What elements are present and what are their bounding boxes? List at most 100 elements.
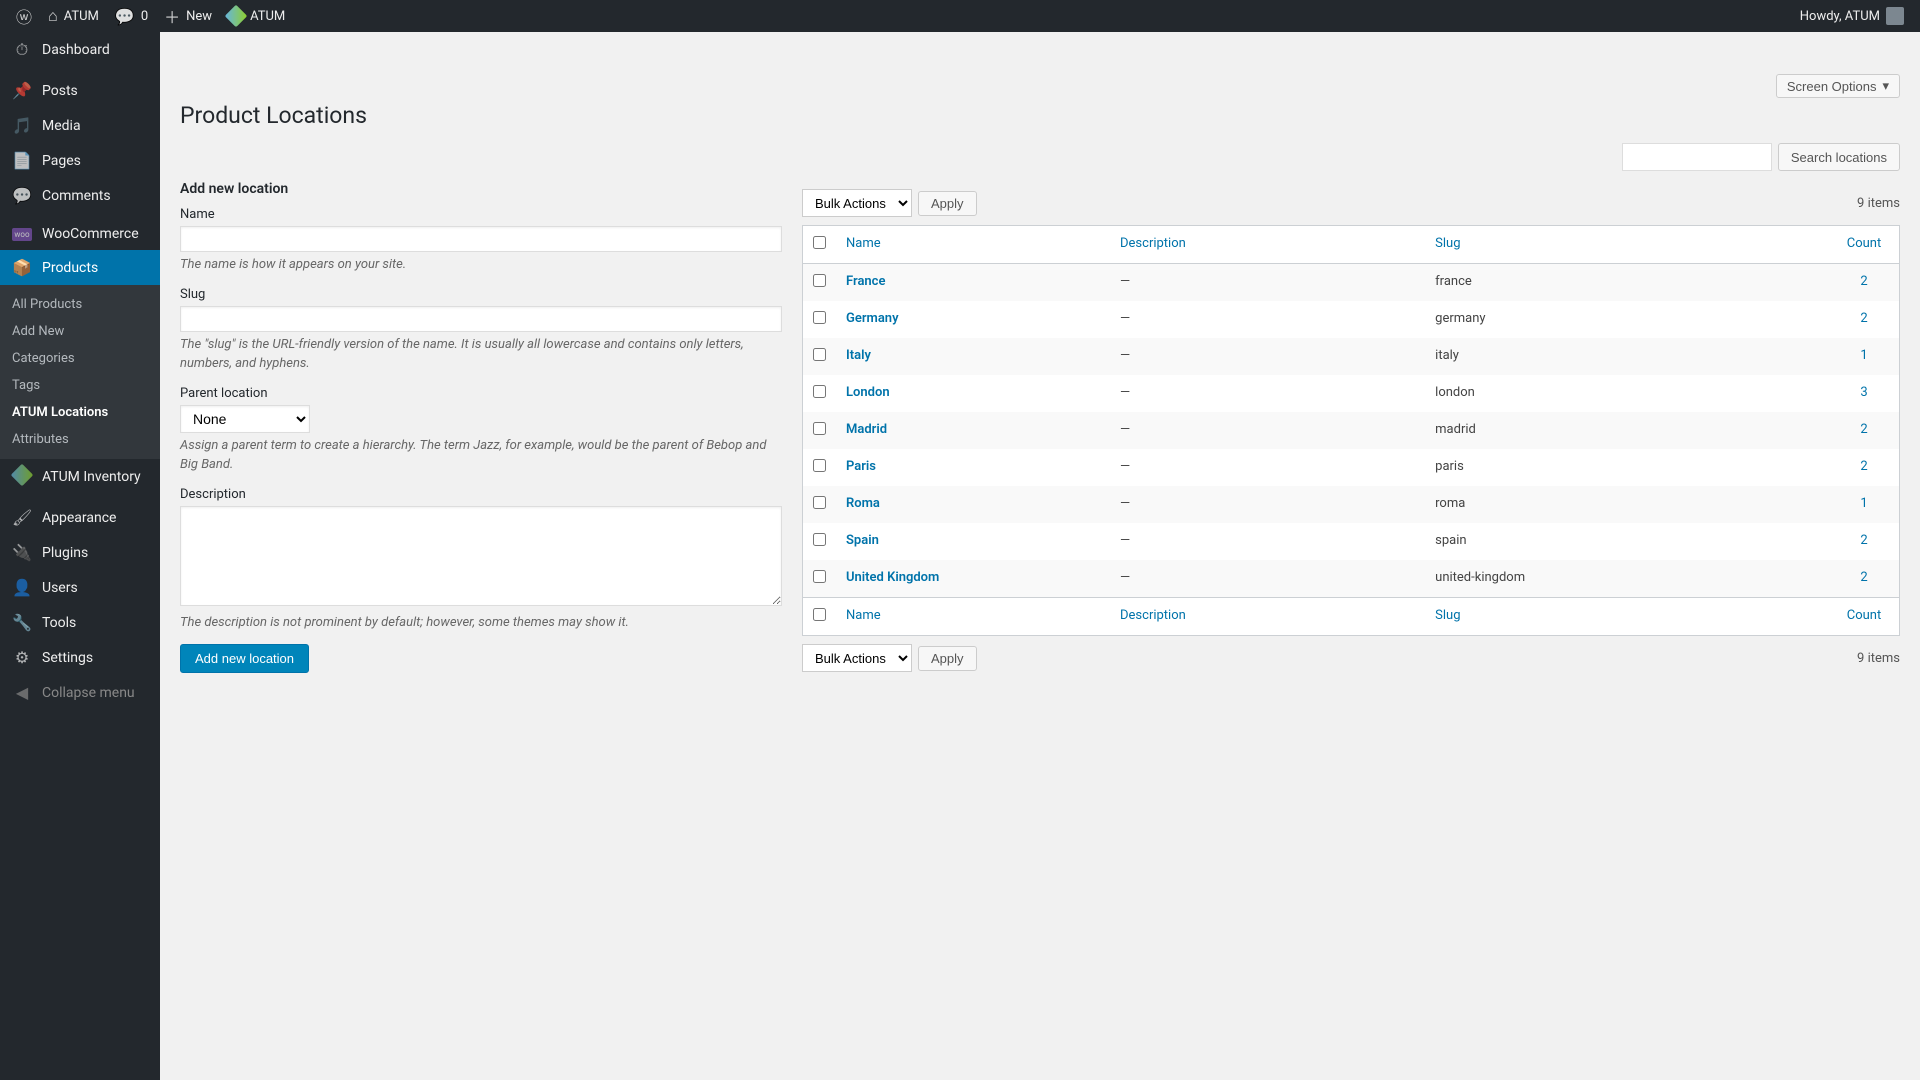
location-count-link[interactable]: 1 — [1860, 348, 1867, 363]
location-name-link[interactable]: United Kingdom — [846, 570, 939, 585]
location-name-link[interactable]: Spain — [846, 533, 879, 548]
location-count-link[interactable]: 2 — [1860, 422, 1867, 437]
sidebar-item-label: Settings — [42, 650, 93, 666]
submenu-item-add-new[interactable]: Add New — [0, 318, 160, 345]
col-description-sort-footer[interactable]: Description — [1120, 608, 1186, 623]
collapse-icon: ◀ — [12, 683, 32, 702]
row-checkbox[interactable] — [813, 274, 826, 287]
location-name-link[interactable]: Roma — [846, 496, 880, 511]
sidebar-item-appearance[interactable]: 🖌Appearance — [0, 500, 160, 535]
apply-button-bottom[interactable]: Apply — [918, 646, 977, 671]
sidebar-item-pages[interactable]: 📄Pages — [0, 143, 160, 178]
sidebar-item-plugins[interactable]: 🔌Plugins — [0, 535, 160, 570]
locations-list: Bulk Actions Apply 9 items Name Descript… — [802, 181, 1900, 680]
location-count-link[interactable]: 2 — [1860, 459, 1867, 474]
col-count-sort-footer[interactable]: Count — [1847, 608, 1881, 623]
sidebar-item-comments[interactable]: 💬Comments — [0, 178, 160, 213]
sidebar-item-label: Plugins — [42, 545, 88, 561]
row-checkbox[interactable] — [813, 496, 826, 509]
home-icon: ⌂ — [48, 6, 58, 26]
screen-options-button[interactable]: Screen Options▾ — [1776, 74, 1900, 98]
location-count-link[interactable]: 1 — [1860, 496, 1867, 511]
submenu-item-atum-locations[interactable]: ATUM Locations — [0, 399, 160, 426]
location-count-link[interactable]: 2 — [1860, 533, 1867, 548]
location-slug: france — [1425, 264, 1829, 301]
sidebar-item-products[interactable]: 📦Products — [0, 250, 160, 285]
row-checkbox[interactable] — [813, 311, 826, 324]
row-checkbox[interactable] — [813, 459, 826, 472]
plus-icon: ＋ — [164, 4, 180, 28]
slug-help: The "slug" is the URL-friendly version o… — [180, 335, 782, 374]
location-slug: roma — [1425, 486, 1829, 523]
submenu-item-attributes[interactable]: Attributes — [0, 426, 160, 453]
search-button[interactable]: Search locations — [1778, 143, 1900, 171]
slug-label: Slug — [180, 287, 782, 302]
bulk-actions-select-bottom[interactable]: Bulk Actions — [802, 644, 912, 672]
sidebar-item-atum-inventory[interactable]: ATUM Inventory — [0, 459, 160, 495]
location-description: — — [1110, 412, 1425, 449]
add-location-form: Add new location Name The name is how it… — [180, 181, 782, 680]
add-location-button[interactable]: Add new location — [180, 644, 309, 673]
parent-select[interactable]: None — [180, 405, 310, 433]
user-account-link[interactable]: Howdy, ATUM — [1792, 0, 1912, 32]
location-description: — — [1110, 301, 1425, 338]
sidebar-item-tools[interactable]: 🔧Tools — [0, 605, 160, 640]
row-checkbox[interactable] — [813, 570, 826, 583]
location-count-link[interactable]: 3 — [1860, 385, 1867, 400]
submenu-item-categories[interactable]: Categories — [0, 345, 160, 372]
location-description: — — [1110, 449, 1425, 486]
submenu-item-tags[interactable]: Tags — [0, 372, 160, 399]
location-name-link[interactable]: London — [846, 385, 890, 400]
location-count-link[interactable]: 2 — [1860, 570, 1867, 585]
menu-icon: 🎵 — [12, 116, 32, 135]
sidebar-item-woocommerce[interactable]: wooWooCommerce — [0, 218, 160, 250]
col-name-sort[interactable]: Name — [846, 236, 881, 251]
location-name-link[interactable]: Germany — [846, 311, 899, 326]
col-slug-sort-footer[interactable]: Slug — [1435, 608, 1460, 623]
table-row: Germany—germany2 — [803, 301, 1899, 338]
sidebar-item-dashboard[interactable]: ⏱Dashboard — [0, 32, 160, 68]
name-input[interactable] — [180, 226, 782, 252]
sidebar-item-users[interactable]: 👤Users — [0, 570, 160, 605]
description-textarea[interactable] — [180, 506, 782, 606]
locations-table: Name Description Slug Count France—franc… — [802, 225, 1900, 636]
row-checkbox[interactable] — [813, 385, 826, 398]
col-slug-sort[interactable]: Slug — [1435, 236, 1460, 251]
wordpress-icon: ⓦ — [16, 4, 32, 28]
col-count-sort[interactable]: Count — [1847, 236, 1881, 251]
slug-input[interactable] — [180, 306, 782, 332]
location-count-link[interactable]: 2 — [1860, 274, 1867, 289]
sidebar-item-settings[interactable]: ⚙Settings — [0, 640, 160, 675]
sidebar-item-media[interactable]: 🎵Media — [0, 108, 160, 143]
menu-icon: 📌 — [12, 81, 32, 100]
apply-button-top[interactable]: Apply — [918, 191, 977, 216]
menu-icon: ⏱ — [12, 40, 32, 60]
location-name-link[interactable]: Paris — [846, 459, 876, 474]
atum-menu-link[interactable]: ATUM — [220, 0, 293, 32]
location-name-link[interactable]: Madrid — [846, 422, 887, 437]
submenu-item-all-products[interactable]: All Products — [0, 291, 160, 318]
location-name-link[interactable]: Italy — [846, 348, 871, 363]
new-content-link[interactable]: ＋New — [156, 0, 220, 32]
row-checkbox[interactable] — [813, 533, 826, 546]
comments-link[interactable]: 💬0 — [107, 0, 156, 32]
wordpress-logo[interactable]: ⓦ — [8, 0, 40, 32]
location-count-link[interactable]: 2 — [1860, 311, 1867, 326]
location-name-link[interactable]: France — [846, 274, 885, 289]
row-checkbox[interactable] — [813, 348, 826, 361]
collapse-menu[interactable]: ◀Collapse menu — [0, 675, 160, 710]
admin-sidebar: ⏱Dashboard 📌Posts🎵Media📄Pages💬Comments woo… — [0, 32, 160, 1080]
search-input[interactable] — [1622, 143, 1772, 171]
col-name-sort-footer[interactable]: Name — [846, 608, 881, 623]
table-row: Paris—paris2 — [803, 449, 1899, 486]
col-description-sort[interactable]: Description — [1120, 236, 1186, 251]
sidebar-item-label: Products — [42, 260, 98, 276]
select-all-bottom[interactable] — [813, 608, 826, 621]
sidebar-item-posts[interactable]: 📌Posts — [0, 73, 160, 108]
site-home-link[interactable]: ⌂ATUM — [40, 0, 107, 32]
item-count-top: 9 items — [1857, 196, 1900, 211]
description-label: Description — [180, 487, 782, 502]
row-checkbox[interactable] — [813, 422, 826, 435]
select-all-top[interactable] — [813, 236, 826, 249]
bulk-actions-select-top[interactable]: Bulk Actions — [802, 189, 912, 217]
